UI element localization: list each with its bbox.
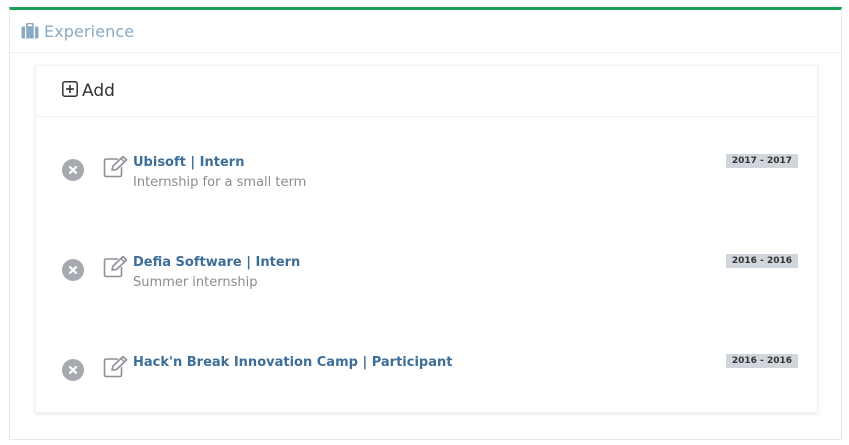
- edit-icon: [103, 255, 128, 278]
- entry-description: Summer internship: [133, 275, 258, 290]
- add-experience-button[interactable]: Add: [36, 66, 817, 117]
- entry-title-link[interactable]: Ubisoft | Intern: [133, 155, 244, 170]
- edit-icon: [103, 355, 128, 378]
- edit-entry-button[interactable]: [103, 155, 129, 182]
- plus-square-icon: [62, 81, 78, 101]
- remove-entry-button[interactable]: [62, 359, 84, 381]
- add-label: Add: [82, 81, 115, 101]
- close-icon: [68, 165, 78, 175]
- remove-entry-button[interactable]: [62, 259, 84, 281]
- entry-title-link[interactable]: Hack'n Break Innovation Camp | Participa…: [133, 355, 452, 370]
- briefcase-icon: [21, 23, 39, 39]
- experience-card: Add Ubisoft | Intern Internship for a sm…: [35, 65, 818, 413]
- experience-panel: Experience Add Ubisoft | Intern Internsh…: [9, 7, 842, 440]
- date-range-badge: 2016 - 2016: [725, 354, 798, 368]
- entry-description: Internship for a small term: [133, 175, 307, 190]
- panel-header: Experience: [10, 10, 841, 53]
- edit-entry-button[interactable]: [103, 255, 129, 282]
- panel-title: Experience: [44, 21, 135, 41]
- date-range-badge: 2016 - 2016: [725, 254, 798, 268]
- close-icon: [68, 365, 78, 375]
- date-range-badge: 2017 - 2017: [725, 154, 798, 168]
- edit-icon: [103, 155, 128, 178]
- experience-entry: Defia Software | Intern Summer internshi…: [36, 245, 817, 305]
- remove-entry-button[interactable]: [62, 159, 84, 181]
- experience-entry: Hack'n Break Innovation Camp | Participa…: [36, 345, 817, 405]
- edit-entry-button[interactable]: [103, 355, 129, 382]
- close-icon: [68, 265, 78, 275]
- experience-entry: Ubisoft | Intern Internship for a small …: [36, 145, 817, 205]
- entry-title-link[interactable]: Defia Software | Intern: [133, 255, 300, 270]
